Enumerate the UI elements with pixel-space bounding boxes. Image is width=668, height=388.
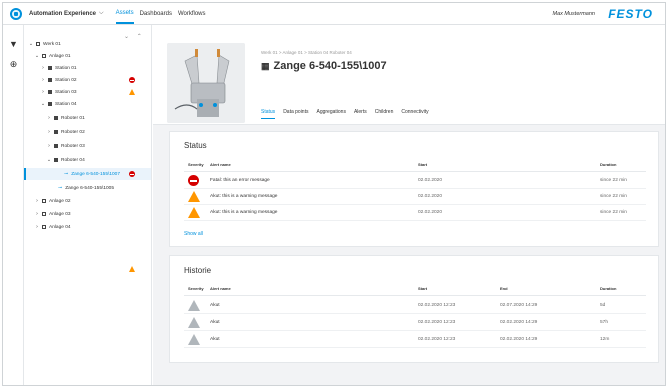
asset-header: Werk 01 > Anlage 01 > Station 04 Roboter… [153,25,665,125]
asset-tabs: Status Data points Aggregations Alerts C… [261,109,437,119]
tree-item-anlage-02[interactable]: › Anlage 02 [24,195,151,207]
main-content: Werk 01 > Anlage 01 > Station 04 Roboter… [153,25,665,385]
tab-aggregations[interactable]: Aggregations [316,109,345,119]
tree-item-station-04[interactable]: ⌄ Station 04 [24,98,151,110]
status-card: Status Severity Alert name Start Duratio… [169,131,659,247]
station-icon [48,78,52,82]
asset-tree: ⌄ ⌃ ⌄ Werk 01 ⌄ Anlage 01 › Station 01 › Sta… [24,25,152,385]
warning-status-icon [129,89,135,95]
error-icon [188,175,199,186]
tree-item-anlage-04[interactable]: › Anlage 04 [24,221,151,233]
app-title[interactable]: Automation Experience [29,11,96,17]
error-status-icon [129,77,135,83]
tree-item-station-01[interactable]: › Station 01 [24,62,151,74]
table-row[interactable]: Akut 02.02.2020 12:23 02.07.2020 14:29 5… [184,299,646,314]
chevron-down-icon[interactable]: ⌄ [46,157,52,163]
page-title: ▦ Zange 6-540-155\1007 [261,60,387,72]
warning-icon [188,191,200,202]
robot-icon [54,144,58,148]
nav-dashboards[interactable]: Dashboards [140,4,172,23]
tree-item-station-03[interactable]: › Station 03 [24,86,151,98]
chevron-right-icon[interactable]: › [40,89,46,95]
tab-children[interactable]: Children [375,109,394,119]
chevron-right-icon[interactable]: › [34,211,40,217]
table-row[interactable]: Akut: this is a warning message 02.02.20… [184,190,646,205]
tree-item-station-02[interactable]: › Station 02 [24,74,151,86]
robot-icon [54,116,58,120]
chevron-down-icon[interactable]: ⌵ [99,10,104,17]
tree-item-roboter-01[interactable]: › Roboter 01 [24,112,151,124]
breadcrumb[interactable]: Werk 01 > Anlage 01 > Station 04 Roboter… [261,50,352,55]
brand-logo: FESTO [608,7,653,21]
folder-icon [42,225,46,229]
tab-status[interactable]: Status [261,109,276,119]
nav-assets[interactable]: Assets [115,3,134,24]
filter-icon[interactable]: ▼ [8,39,19,50]
gripper-icon: ⊸ [64,171,69,177]
tree-item-anlage-01[interactable]: ⌄ Anlage 01 [24,50,151,62]
add-icon[interactable]: ⊕ [8,59,19,70]
inactive-alert-icon [188,334,200,345]
tab-alerts[interactable]: Alerts [354,109,367,119]
history-card: Historie Severity Alert name Start End D… [169,255,659,363]
gripper-photo [167,43,245,123]
tree-item-roboter-04[interactable]: ⌄ Roboter 04 [24,154,151,166]
tab-data-points[interactable]: Data points [283,109,308,119]
error-status-icon [129,171,135,177]
chevron-right-icon[interactable]: › [40,65,46,71]
station-icon [48,102,52,106]
chevron-down-icon[interactable]: ⌄ [34,53,40,59]
chevron-right-icon[interactable]: › [34,224,40,230]
app-window: Automation Experience ⌵ Assets Dashboard… [2,2,666,386]
device-image [167,43,245,123]
status-table-header: Severity Alert name Start Duration [184,162,646,172]
chevron-right-icon[interactable]: › [46,115,52,121]
warning-status-icon [129,266,135,272]
inactive-alert-icon [188,317,200,328]
folder-icon [36,42,40,46]
inactive-alert-icon [188,300,200,311]
tree-item-werk-01[interactable]: ⌄ Werk 01 [24,38,151,50]
tree-item-roboter-03[interactable]: › Roboter 03 [24,140,151,152]
app-logo-icon [10,7,22,20]
gripper-icon: ⊸ [58,185,63,191]
tab-connectivity[interactable]: Connectivity [401,109,428,119]
station-icon [48,90,52,94]
asset-title: Zange 6-540-155\1007 [273,60,387,72]
user-name[interactable]: Max Mustermann [553,11,596,17]
chevron-right-icon[interactable]: › [40,77,46,83]
history-table-header: Severity Alert name Start End Duration [184,286,646,296]
robot-icon [54,158,58,162]
tree-item-roboter-02[interactable]: › Roboter 02 [24,126,151,138]
tree-item-anlage-03[interactable]: › Anlage 03 [24,208,151,220]
top-bar: Automation Experience ⌵ Assets Dashboard… [3,3,665,25]
folder-icon [42,54,46,58]
station-icon [48,66,52,70]
table-row[interactable]: Akut: this is a warning message 02.02.20… [184,206,646,221]
tree-item-zange-1007[interactable]: ⊸ Zange 6-540-155\1007 [24,168,151,180]
chevron-right-icon[interactable]: › [46,129,52,135]
table-row[interactable]: Fatal: this an error message 02.02.2020 … [184,174,646,189]
grid-icon: ▦ [261,60,270,71]
table-row[interactable]: Akut 02.02.2020 12:23 02.02.2020 14:29 5… [184,316,646,331]
folder-icon [42,199,46,203]
warning-icon [188,207,200,218]
left-rail: ▼ ⊕ [3,25,24,385]
history-title: Historie [184,266,212,275]
show-all-link[interactable]: Show all [184,231,203,237]
chevron-right-icon[interactable]: › [46,143,52,149]
chevron-down-icon[interactable]: ⌄ [28,41,34,47]
folder-icon [42,212,46,216]
chevron-down-icon[interactable]: ⌄ [40,101,46,107]
nav-workflows[interactable]: Workflows [178,4,206,23]
chevron-right-icon[interactable]: › [34,198,40,204]
robot-icon [54,130,58,134]
table-row[interactable]: Akut 02.02.2020 12:23 02.02.2020 14:29 1… [184,333,646,348]
status-title: Status [184,141,207,150]
tree-item-zange-1005[interactable]: ⊸ Zange 6-540-155\1005 [24,182,151,194]
